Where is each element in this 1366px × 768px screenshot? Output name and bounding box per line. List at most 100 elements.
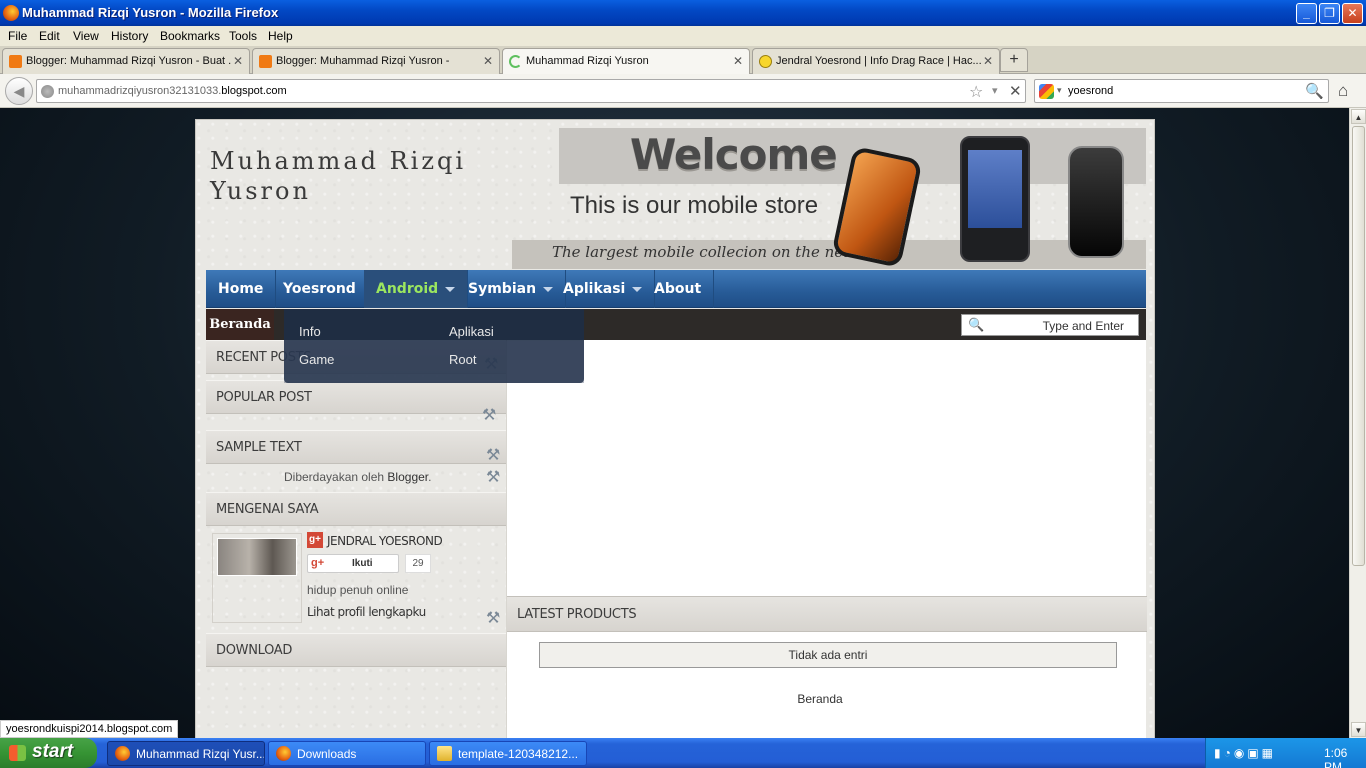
- breadcrumb-home[interactable]: Beranda: [206, 309, 274, 340]
- search-icon: 🔍: [968, 317, 985, 332]
- menu-bookmarks[interactable]: Bookmarks: [160, 29, 220, 43]
- nav-symbian[interactable]: Symbian: [456, 270, 567, 308]
- search-engine-dropdown-icon[interactable]: ▾: [1057, 85, 1062, 96]
- follow-button[interactable]: g+ Ikuti: [307, 554, 399, 573]
- nav-android[interactable]: Android: [364, 270, 469, 308]
- windows-flag-icon: [9, 745, 26, 761]
- edit-tools-icon[interactable]: ⚒: [482, 405, 496, 425]
- main-navigation: Home Yoesrond Android Symbian Aplikasi A…: [206, 270, 1146, 308]
- edit-tools-icon[interactable]: ⚒: [486, 608, 500, 628]
- latest-products-header: LATEST PRODUCTS: [507, 596, 1147, 632]
- banner-tagline: The largest mobile collecion on the net: [552, 243, 850, 261]
- profile-name[interactable]: JENDRAL YOESROND: [327, 534, 443, 548]
- site-title[interactable]: Muhammad Rizqi Yusron: [210, 146, 510, 206]
- dropdown-item-root[interactable]: Root: [449, 352, 476, 367]
- edit-tools-icon[interactable]: ⚒: [486, 467, 500, 487]
- clock[interactable]: 1:06 PM: [1324, 746, 1366, 768]
- nav-home[interactable]: Home: [206, 270, 277, 308]
- tab-close-icon[interactable]: ✕: [233, 54, 243, 68]
- scroll-up-icon[interactable]: ▲: [1351, 109, 1366, 124]
- blogger-icon: [9, 55, 22, 68]
- menu-file[interactable]: File: [8, 29, 27, 43]
- edit-tools-icon[interactable]: ⚒: [486, 445, 500, 465]
- new-tab-button[interactable]: +: [1000, 48, 1028, 72]
- tab-close-icon[interactable]: ✕: [733, 54, 743, 68]
- banner-tagline-band: The largest mobile collecion on the net: [512, 240, 1146, 269]
- scroll-down-icon[interactable]: ▼: [1351, 722, 1366, 737]
- url-dropdown-icon[interactable]: ▾: [992, 84, 998, 97]
- nav-symbian-label: Symbian: [468, 281, 537, 297]
- tab-close-icon[interactable]: ✕: [983, 54, 993, 68]
- iphone-image: [1068, 146, 1124, 258]
- section-title: LATEST PRODUCTS: [517, 607, 637, 622]
- nav-yoesrond[interactable]: Yoesrond: [271, 270, 369, 308]
- widget-title: MENGENAI SAYA: [216, 502, 319, 517]
- menu-help[interactable]: Help: [268, 29, 293, 43]
- url-bar[interactable]: muhammadrizqiyusron32131033.blogspot.com…: [36, 79, 1026, 103]
- tab-blogger-buat[interactable]: Blogger: Muhammad Rizqi Yusron - Buat ..…: [2, 48, 250, 74]
- dropdown-item-info[interactable]: Info: [299, 324, 321, 339]
- tab-label: Blogger: Muhammad Rizqi Yusron -: [276, 55, 450, 67]
- vertical-scrollbar[interactable]: ▲ ▼: [1349, 108, 1366, 738]
- taskbar-item-template[interactable]: template-120348212...: [429, 741, 587, 766]
- powered-by: Diberdayakan oleh Blogger.: [284, 470, 431, 484]
- stop-icon[interactable]: ✕: [1009, 82, 1022, 100]
- status-link-preview: yoesrondkuispi2014.blogspot.com: [0, 720, 179, 738]
- dropdown-item-aplikasi[interactable]: Aplikasi: [449, 324, 494, 339]
- menu-edit[interactable]: Edit: [39, 29, 60, 43]
- taskbar-item-downloads[interactable]: Downloads: [268, 741, 426, 766]
- start-button[interactable]: start: [0, 738, 97, 768]
- loading-icon: [509, 55, 522, 68]
- widget-popular-post: POPULAR POST: [206, 380, 506, 414]
- tab-current[interactable]: Muhammad Rizqi Yusron ✕: [502, 48, 750, 75]
- dropdown-item-game[interactable]: Game: [299, 352, 334, 367]
- firefox-icon: [276, 746, 291, 761]
- google-plus-icon: g+: [311, 557, 325, 569]
- url-text[interactable]: muhammadrizqiyusron32131033.blogspot.com: [58, 85, 287, 97]
- home-link[interactable]: Beranda: [507, 692, 1133, 706]
- taskbar-item-firefox[interactable]: Muhammad Rizqi Yusr...: [107, 741, 265, 766]
- search-bar[interactable]: ▾ 🔍: [1034, 79, 1329, 103]
- minimize-button[interactable]: _: [1296, 3, 1317, 24]
- tab-label: Blogger: Muhammad Rizqi Yusron - Buat ..…: [26, 55, 231, 67]
- nav-aplikasi-label: Aplikasi: [563, 281, 626, 297]
- nav-aplikasi[interactable]: Aplikasi: [551, 270, 656, 308]
- blogger-link[interactable]: Blogger: [387, 470, 428, 484]
- scroll-thumb[interactable]: [1352, 126, 1365, 566]
- firefox-icon: [115, 746, 130, 761]
- menu-tools[interactable]: Tools: [229, 29, 257, 43]
- home-icon[interactable]: ⌂: [1338, 81, 1348, 101]
- bookmark-star-icon[interactable]: ☆: [969, 82, 983, 102]
- tab-close-icon[interactable]: ✕: [483, 54, 493, 68]
- follow-label: Ikuti: [352, 558, 373, 569]
- taskbar-item-label: Downloads: [297, 747, 357, 761]
- tab-label: Jendral Yoesrond | Info Drag Race | Hac.…: [776, 55, 981, 67]
- back-button[interactable]: ◀: [5, 77, 33, 105]
- tab-blogger[interactable]: Blogger: Muhammad Rizqi Yusron - ✕: [252, 48, 500, 74]
- widget-title: POPULAR POST: [216, 390, 312, 405]
- taskbar-item-label: Muhammad Rizqi Yusr...: [136, 747, 265, 761]
- google-icon[interactable]: [1039, 84, 1054, 99]
- menu-bar: File Edit View History Bookmarks Tools H…: [0, 26, 1366, 46]
- site-search-box[interactable]: 🔍 Type and Enter: [961, 314, 1139, 336]
- android-dropdown-menu: Info Aplikasi Game Root: [284, 309, 584, 383]
- menu-history[interactable]: History: [111, 29, 148, 43]
- profile-photo[interactable]: [217, 538, 297, 576]
- maximize-button[interactable]: ❐: [1319, 3, 1340, 24]
- search-icon[interactable]: 🔍: [1305, 82, 1324, 100]
- tab-label: Muhammad Rizqi Yusron: [526, 55, 649, 67]
- widget-title: SAMPLE TEXT: [216, 440, 302, 455]
- nav-about[interactable]: About: [642, 270, 715, 308]
- header-banner: Welcome This is our mobile store The lar…: [512, 128, 1146, 269]
- sidebar: RECENT POSTS ⚒ POPULAR POST ⚒ SAMPLE TEX…: [206, 340, 506, 675]
- menu-view[interactable]: View: [73, 29, 99, 43]
- view-profile-link[interactable]: Lihat profil lengkapku: [307, 605, 426, 619]
- main-content: LATEST PRODUCTS Tidak ada entri Beranda: [506, 340, 1147, 738]
- search-input[interactable]: [1068, 83, 1298, 99]
- blogger-icon: [259, 55, 272, 68]
- powered-by-text: Diberdayakan oleh: [284, 470, 385, 484]
- nav-android-label: Android: [376, 281, 439, 297]
- tray-icons[interactable]: ▮◔◉▣▦: [1214, 746, 1276, 760]
- tab-jendral[interactable]: Jendral Yoesrond | Info Drag Race | Hac.…: [752, 48, 1000, 74]
- close-window-button[interactable]: ✕: [1342, 3, 1363, 24]
